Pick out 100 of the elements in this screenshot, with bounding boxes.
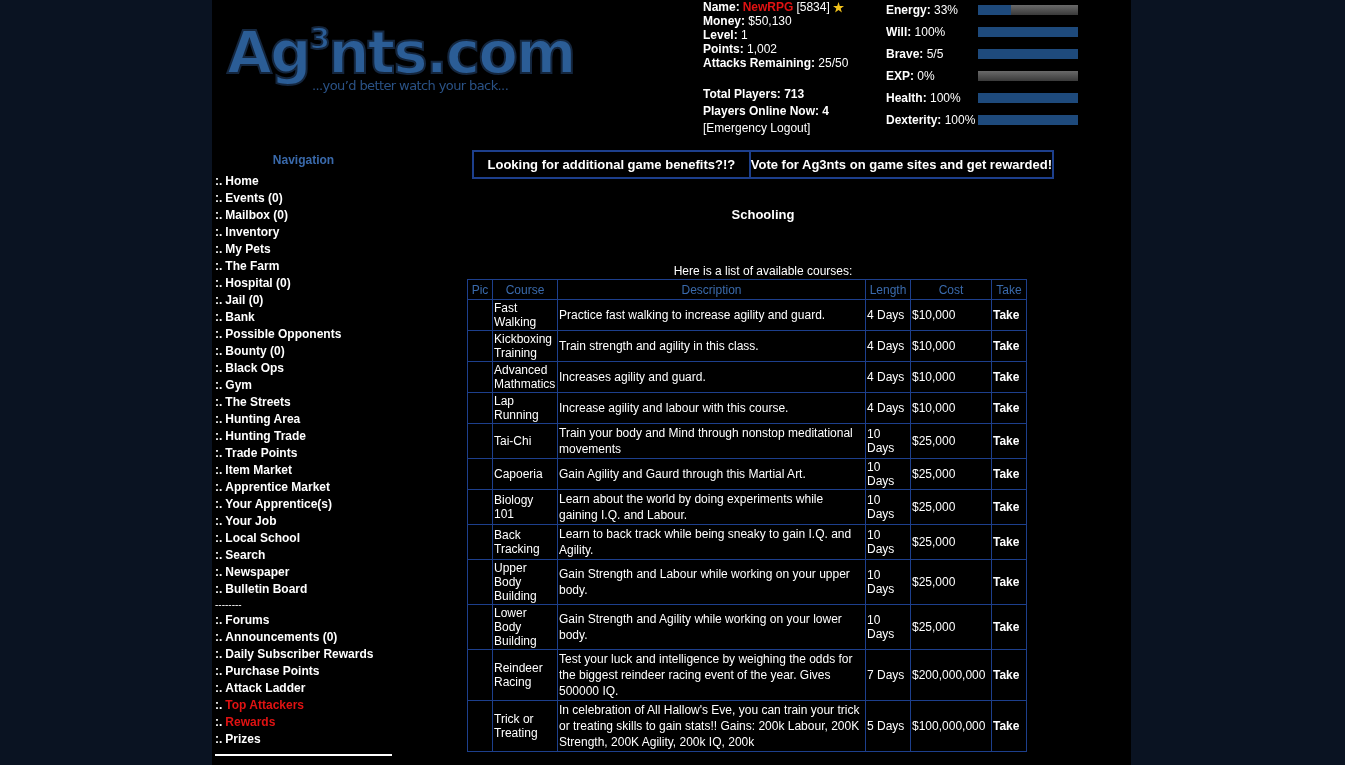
nav-link[interactable]: Bank bbox=[225, 309, 255, 326]
take-link[interactable]: Take bbox=[991, 524, 1027, 560]
benefits-link[interactable]: Looking for additional game benefits?!? bbox=[474, 152, 751, 177]
nav-link[interactable]: Gym bbox=[225, 377, 253, 394]
nav-link[interactable]: Black Ops bbox=[225, 360, 285, 377]
player-name[interactable]: NewRPG bbox=[742, 0, 794, 14]
description-cell: Learn to back track while being sneaky to gain I.Q. and Agility. bbox=[557, 524, 866, 560]
take-link[interactable]: Take bbox=[991, 604, 1027, 650]
nav-link[interactable]: Jail (0) bbox=[225, 292, 264, 309]
description-cell: Increases agility and guard. bbox=[557, 361, 866, 393]
cost-cell: $200,000,000 bbox=[910, 649, 992, 701]
nav-separator: -------- bbox=[214, 598, 242, 612]
nav-bullet: :. bbox=[215, 462, 223, 479]
column-header: Take bbox=[991, 279, 1027, 300]
course-cell: Reindeer Racing bbox=[492, 649, 558, 701]
nav-bullet: :. bbox=[215, 394, 223, 411]
nav-link[interactable]: Possible Opponents bbox=[225, 326, 342, 343]
take-link[interactable]: Take bbox=[991, 361, 1027, 393]
nav-bullet: :. bbox=[215, 292, 223, 309]
nav-bullet: :. bbox=[215, 646, 223, 663]
course-cell: Lower Body Building bbox=[492, 604, 558, 650]
nav-link[interactable]: My Pets bbox=[225, 241, 271, 258]
nav-bullet: :. bbox=[215, 360, 223, 377]
nav-link[interactable]: The Farm bbox=[225, 258, 280, 275]
take-link[interactable]: Take bbox=[991, 458, 1027, 490]
take-link[interactable]: Take bbox=[991, 559, 1027, 605]
description-cell: Train your body and Mind through nonstop meditational movements bbox=[557, 423, 866, 459]
nav-link[interactable]: Announcements (0) bbox=[225, 629, 338, 646]
nav-bullet: :. bbox=[215, 258, 223, 275]
cost-cell: $25,000 bbox=[910, 604, 992, 650]
stat-line: Points: 1,002 bbox=[703, 42, 778, 56]
nav-link[interactable]: Daily Subscriber Rewards bbox=[225, 646, 374, 663]
nav-link[interactable]: Local School bbox=[225, 530, 301, 547]
take-link[interactable]: Take bbox=[991, 392, 1027, 424]
nav-link[interactable]: Inventory bbox=[225, 224, 280, 241]
nav-link[interactable]: Item Market bbox=[225, 462, 293, 479]
stat-line: Total Players: 713 bbox=[703, 86, 805, 103]
nav-bullet: :. bbox=[215, 612, 223, 629]
take-link[interactable]: Take bbox=[991, 489, 1027, 525]
stat-line: Money: $50,130 bbox=[703, 14, 792, 28]
nav-bullet: :. bbox=[215, 564, 223, 581]
nav-bullet: :. bbox=[215, 190, 223, 207]
description-cell: Test your luck and intelligence by weighing the odds for the biggest reindeer racing event of the year. Gives 500000 IQ. bbox=[557, 649, 866, 701]
nav-bullet: :. bbox=[215, 377, 223, 394]
nav-link[interactable]: Apprentice Market bbox=[225, 479, 331, 496]
nav-link[interactable]: Trade Points bbox=[225, 445, 298, 462]
nav-link[interactable]: Purchase Points bbox=[225, 663, 320, 680]
nav-link[interactable]: Search bbox=[225, 547, 266, 564]
nav-link[interactable]: Home bbox=[225, 173, 259, 190]
length-cell: 10 Days bbox=[865, 604, 911, 650]
description-cell: In celebration of All Hallow's Eve, you can train your trick or treating skills to gain stats!! Gains: 200k Labour, 200K Strength, 200K Agility, 200k IQ, 200k bbox=[557, 700, 866, 752]
logout-link[interactable]: [Emergency Logout] bbox=[703, 120, 811, 137]
nav-bullet: :. bbox=[215, 275, 223, 292]
column-header: Length bbox=[865, 279, 911, 300]
nav-bullet: :. bbox=[215, 173, 223, 190]
description-cell: Increase agility and labour with this course. bbox=[557, 392, 866, 424]
nav-bullet: :. bbox=[215, 343, 223, 360]
cost-cell: $25,000 bbox=[910, 524, 992, 560]
take-link[interactable]: Take bbox=[991, 330, 1027, 362]
course-cell: Lap Running bbox=[492, 392, 558, 424]
nav-link[interactable]: Hunting Area bbox=[225, 411, 301, 428]
course-cell: Back Tracking bbox=[492, 524, 558, 560]
vote-link[interactable]: Vote for Ag3nts on game sites and get rewarded! bbox=[750, 152, 1052, 177]
nav-bullet: :. bbox=[215, 479, 223, 496]
nav-link[interactable]: Rewards bbox=[225, 714, 276, 731]
description-cell: Train strength and agility in this class. bbox=[557, 330, 866, 362]
nav-bullet: :. bbox=[215, 241, 223, 258]
nav-bullet: :. bbox=[215, 530, 223, 547]
nav-link[interactable]: The Streets bbox=[225, 394, 291, 411]
take-link[interactable]: Take bbox=[991, 649, 1027, 701]
nav-link[interactable]: Bulletin Board bbox=[225, 581, 308, 598]
nav-link[interactable]: Hospital (0) bbox=[225, 275, 291, 292]
nav-link[interactable]: Newspaper bbox=[225, 564, 290, 581]
nav-link[interactable]: Your Apprentice(s) bbox=[225, 496, 333, 513]
description-cell: Gain Strength and Agility while working on your lower body. bbox=[557, 604, 866, 650]
nav-link[interactable]: Mailbox (0) bbox=[225, 207, 288, 224]
meter-label: Health: 100% bbox=[886, 93, 962, 103]
nav-link[interactable]: Hunting Trade bbox=[225, 428, 306, 445]
take-link[interactable]: Take bbox=[991, 700, 1027, 752]
length-cell: 10 Days bbox=[865, 423, 911, 459]
take-link[interactable]: Take bbox=[991, 299, 1027, 331]
nav-link[interactable]: Attack Ladder bbox=[225, 680, 306, 697]
nav-bullet: :. bbox=[215, 680, 223, 697]
take-link[interactable]: Take bbox=[991, 423, 1027, 459]
nav-link[interactable]: Your Job bbox=[225, 513, 277, 530]
cost-cell: $10,000 bbox=[910, 299, 992, 331]
intro-text: Here is a list of available courses: bbox=[673, 264, 853, 278]
nav-link[interactable]: Forums bbox=[225, 612, 270, 629]
nav-link[interactable]: Bounty (0) bbox=[225, 343, 285, 360]
column-header: Course bbox=[492, 279, 558, 300]
length-cell: 10 Days bbox=[865, 458, 911, 490]
nav-link[interactable]: Prizes bbox=[225, 731, 261, 748]
nav-link[interactable]: Events (0) bbox=[225, 190, 283, 207]
nav-bullet: :. bbox=[215, 697, 223, 714]
description-cell: Learn about the world by doing experiments while gaining I.Q. and Labour. bbox=[557, 489, 866, 525]
nav-bullet: :. bbox=[215, 309, 223, 326]
logo-tagline: ...you’d better watch your back... bbox=[312, 78, 509, 93]
description-cell: Gain Agility and Gaurd through this Martial Art. bbox=[557, 458, 866, 490]
page-heading: Schooling bbox=[731, 207, 795, 223]
nav-link[interactable]: Top Attackers bbox=[225, 697, 305, 714]
